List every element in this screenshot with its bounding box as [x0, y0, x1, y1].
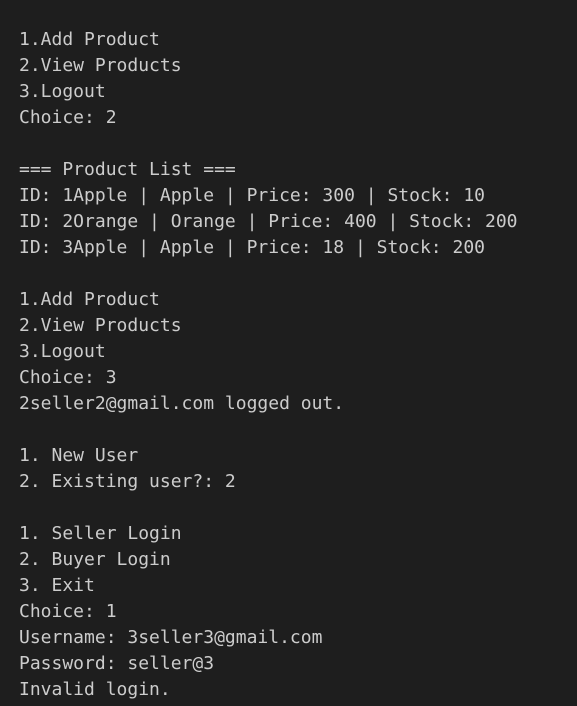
- password-prompt-line: Password: seller@3: [19, 653, 215, 674]
- product-row: ID: 1Apple | Apple | Price: 300 | Stock:…: [19, 185, 485, 206]
- product-row: ID: 3Apple | Apple | Price: 18 | Stock: …: [19, 237, 485, 258]
- menu-buyer-login-line: 2. Buyer Login: [19, 549, 171, 570]
- menu-add-product-line: 1.Add Product: [19, 29, 160, 50]
- invalid-login-message-line: Invalid login.: [19, 679, 171, 700]
- product-list-header: === Product List ===: [19, 159, 236, 180]
- menu-logout-line: 3.Logout: [19, 341, 106, 362]
- menu-exit-line: 3. Exit: [19, 575, 95, 596]
- menu-add-product-line: 1.Add Product: [19, 289, 160, 310]
- choice-prompt-line: Choice: 1: [19, 601, 117, 622]
- menu-seller-login-line: 1. Seller Login: [19, 523, 182, 544]
- menu-logout-line: 3.Logout: [19, 81, 106, 102]
- product-row: ID: 2Orange | Orange | Price: 400 | Stoc…: [19, 211, 518, 232]
- menu-new-user-line: 1. New User: [19, 445, 139, 466]
- choice-prompt-line: Choice: 2: [19, 107, 117, 128]
- choice-prompt-line: Choice: 3: [19, 367, 117, 388]
- existing-user-prompt-line: 2. Existing user?: 2: [19, 471, 236, 492]
- menu-view-products-line: 2.View Products: [19, 315, 182, 336]
- menu-view-products-line: 2.View Products: [19, 55, 182, 76]
- logout-message-line: 2seller2@gmail.com logged out.: [19, 393, 345, 414]
- terminal-output[interactable]: 1.Add Product 2.View Products 3.Logout C…: [0, 0, 577, 706]
- username-prompt-line: Username: 3seller3@gmail.com: [19, 627, 323, 648]
